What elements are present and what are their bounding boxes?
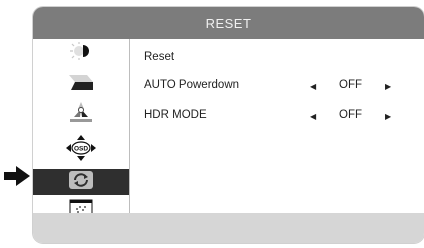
selection-pointer-icon	[4, 166, 30, 191]
increase-arrow-icon[interactable]: ▶	[385, 112, 391, 121]
sidebar-item-color[interactable]	[33, 73, 129, 96]
svg-text:OSD: OSD	[74, 146, 88, 153]
brightness-contrast-icon	[70, 42, 92, 65]
auto-powerdown-value: OFF	[339, 79, 362, 91]
color-icon	[69, 73, 93, 96]
menu-footer	[33, 213, 424, 243]
menu-content: Reset AUTO Powerdown ◀ OFF ▶ HDR MODE ◀ …	[130, 39, 424, 213]
sidebar-item-reset[interactable]	[33, 169, 129, 195]
hdr-mode-value: OFF	[339, 109, 362, 121]
picture-icon	[68, 101, 94, 128]
menu-item-hdr-mode[interactable]: HDR MODE	[144, 106, 207, 124]
menu-item-reset[interactable]: Reset	[144, 48, 174, 66]
menu-title: RESET	[33, 7, 424, 39]
reset-icon	[68, 170, 94, 195]
increase-arrow-icon[interactable]: ▶	[385, 82, 391, 91]
menu-item-label: AUTO Powerdown	[144, 79, 240, 91]
menu-item-label: HDR MODE	[144, 109, 207, 121]
sidebar-item-osd[interactable]: OSD	[33, 135, 129, 162]
sidebar: OSD	[33, 39, 130, 217]
decrease-arrow-icon[interactable]: ◀	[310, 112, 316, 121]
menu-item-label: Reset	[144, 51, 175, 63]
menu-item-auto-powerdown[interactable]: AUTO Powerdown	[144, 76, 239, 94]
decrease-arrow-icon[interactable]: ◀	[310, 82, 316, 91]
osd-settings-icon: OSD	[66, 135, 96, 166]
sidebar-item-brightness[interactable]	[33, 42, 129, 65]
osd-menu-panel: RESET OSD Reset AUTO Powerdown ◀ OFF ▶ H…	[33, 7, 424, 243]
sidebar-item-picture[interactable]	[33, 101, 129, 128]
